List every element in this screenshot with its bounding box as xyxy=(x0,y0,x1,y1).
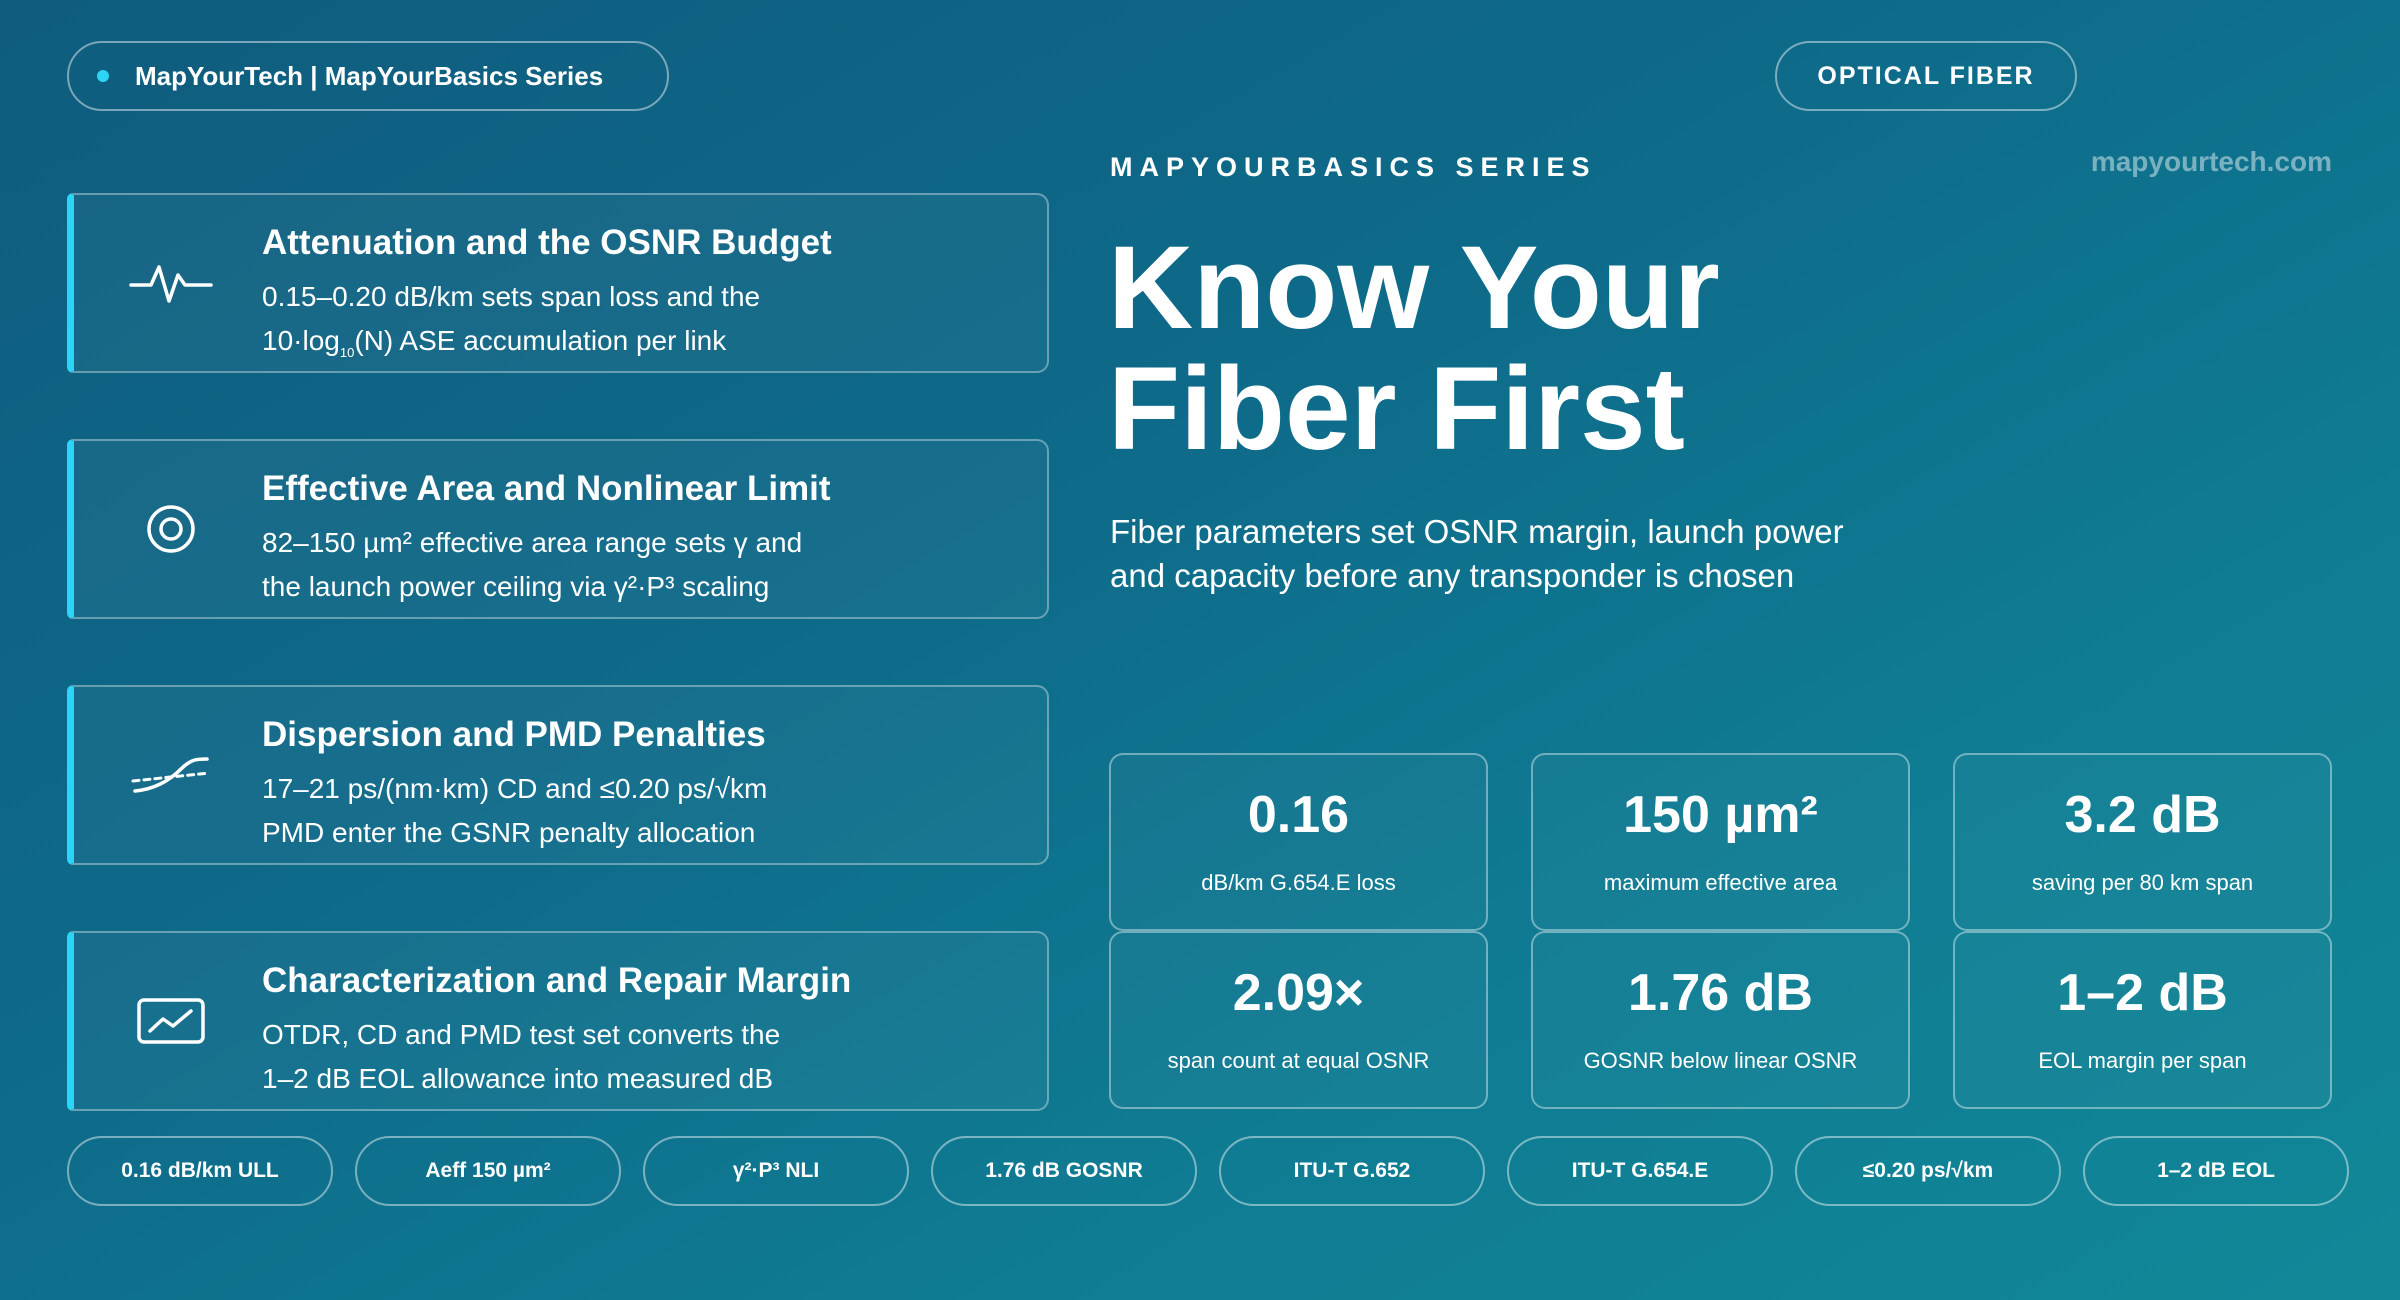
feature-card-attenuation[interactable]: Attenuation and the OSNR Budget 0.15–0.2… xyxy=(67,193,1049,373)
tag-pill[interactable]: ITU-T G.652 xyxy=(1219,1136,1485,1206)
stat-label: dB/km G.654.E loss xyxy=(1201,870,1396,895)
tag-pill[interactable]: ITU-T G.654.E xyxy=(1507,1136,1773,1206)
stat-card-loss: 0.16 dB/km G.654.E loss xyxy=(1109,753,1488,931)
log-prefix: 10·log xyxy=(262,325,340,356)
feature-description-line-2: 1–2 dB EOL allowance into measured dB xyxy=(262,1063,774,1094)
feature-title: Effective Area and Nonlinear Limit xyxy=(262,469,831,508)
hero-title: Know Your Fiber First xyxy=(1108,228,1720,470)
stat-value: 150 µm² xyxy=(1623,786,1818,844)
feature-title: Dispersion and PMD Penalties xyxy=(262,715,766,754)
stat-card-span-count: 2.09× span count at equal OSNR xyxy=(1109,931,1488,1109)
stat-card-effective-area: 150 µm² maximum effective area xyxy=(1531,753,1910,931)
feature-description-line-1: 0.15–0.20 dB/km sets span loss and the xyxy=(262,281,761,312)
brand-label: MapYourTech | MapYourBasics Series xyxy=(135,60,604,91)
tag-pill[interactable]: 1–2 dB EOL xyxy=(2083,1136,2349,1206)
site-link[interactable]: mapyourtech.com xyxy=(2091,146,2332,178)
tag-pill[interactable]: Aeff 150 µm² xyxy=(355,1136,621,1206)
feature-card-effective-area[interactable]: Effective Area and Nonlinear Limit 82–15… xyxy=(67,439,1049,619)
series-label: MAPYOURBASICS SERIES xyxy=(1110,152,1597,182)
feature-description-line-2: 10·log10(N) ASE accumulation per link xyxy=(262,319,1022,375)
stat-label: GOSNR below linear OSNR xyxy=(1583,1048,1858,1073)
stat-card-gosnr: 1.76 dB GOSNR below linear OSNR xyxy=(1531,931,1910,1109)
stat-label: maximum effective area xyxy=(1603,870,1838,895)
brand-dot-icon xyxy=(97,70,109,82)
hero-subtitle: Fiber parameters set OSNR margin, launch… xyxy=(1110,510,1870,598)
hero-title-line-1: Know Your xyxy=(1108,222,1720,354)
stat-label: EOL margin per span xyxy=(2038,1048,2247,1073)
stat-value: 1.76 dB xyxy=(1628,964,1813,1022)
stat-value: 0.16 xyxy=(1247,786,1350,844)
log-base: 10 xyxy=(339,345,355,360)
hero-subtitle-line-1: Fiber parameters set OSNR margin, launch… xyxy=(1110,513,1844,550)
feature-description: 82–150 µm² effective area range sets γ a… xyxy=(262,521,1022,609)
tag-pill[interactable]: 0.16 dB/km ULL xyxy=(67,1136,333,1206)
tag-pill[interactable]: γ²·P³ NLI xyxy=(643,1136,909,1206)
feature-description-line-2: the launch power ceiling via γ²·P³ scali… xyxy=(262,571,770,602)
tag-pill[interactable]: 1.76 dB GOSNR xyxy=(931,1136,1197,1206)
feature-description-line-2: PMD enter the GSNR penalty allocation xyxy=(262,817,756,848)
stat-value: 1–2 dB xyxy=(2057,964,2228,1022)
tag-pill[interactable]: ≤0.20 ps/√km xyxy=(1795,1136,2061,1206)
feature-description-line-1: 82–150 µm² effective area range sets γ a… xyxy=(262,527,803,558)
feature-card-dispersion[interactable]: Dispersion and PMD Penalties 17–21 ps/(n… xyxy=(67,685,1049,865)
feature-card-characterization[interactable]: Characterization and Repair Margin OTDR,… xyxy=(67,931,1049,1111)
feature-title: Characterization and Repair Margin xyxy=(262,961,852,1000)
feature-description: 17–21 ps/(nm·km) CD and ≤0.20 ps/√km PMD… xyxy=(262,767,1022,855)
stat-value: 3.2 dB xyxy=(2064,786,2221,844)
monitor-chart-icon xyxy=(128,978,214,1064)
feature-description-line-1: 17–21 ps/(nm·km) CD and ≤0.20 ps/√km xyxy=(262,773,768,804)
hero-subtitle-line-2: and capacity before any transponder is c… xyxy=(1110,557,1795,594)
target-icon xyxy=(128,486,214,572)
feature-description-line-1: OTDR, CD and PMD test set converts the xyxy=(262,1019,781,1050)
feature-title: Attenuation and the OSNR Budget xyxy=(262,223,832,262)
log-suffix: (N) ASE accumulation per link xyxy=(354,325,727,356)
stat-value: 2.09× xyxy=(1232,964,1365,1022)
dispersion-curve-icon xyxy=(128,732,214,818)
stat-label: saving per 80 km span xyxy=(2031,870,2254,895)
topic-pill[interactable]: OPTICAL FIBER xyxy=(1775,41,2077,111)
stat-label: span count at equal OSNR xyxy=(1167,1048,1430,1073)
hero-title-line-2: Fiber First xyxy=(1108,343,1685,475)
feature-description: 0.15–0.20 dB/km sets span loss and the 1… xyxy=(262,275,1022,375)
feature-description: OTDR, CD and PMD test set converts the 1… xyxy=(262,1013,1022,1101)
stat-card-span-saving: 3.2 dB saving per 80 km span xyxy=(1953,753,2332,931)
stat-card-eol-margin: 1–2 dB EOL margin per span xyxy=(1953,931,2332,1109)
pulse-icon xyxy=(128,240,214,326)
brand-pill[interactable]: MapYourTech | MapYourBasics Series xyxy=(67,41,669,111)
